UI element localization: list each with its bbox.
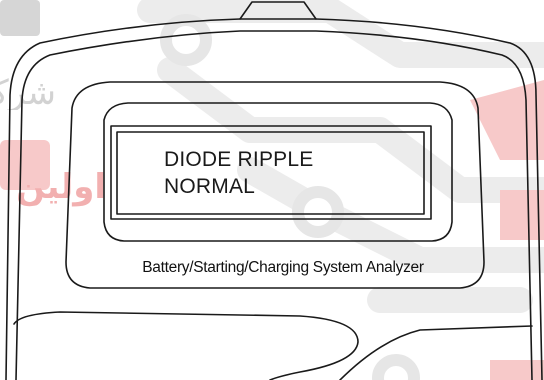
- analyzer-diagram: شرکت اولین DIODE RIPPLE NORMAL Battery/S…: [0, 0, 544, 380]
- top-tab: [239, 1, 317, 20]
- keypad-curve: [339, 325, 533, 380]
- device-body-outer: [5, 18, 543, 380]
- device-body-inner: [15, 30, 533, 380]
- faceplate-panel: [65, 81, 485, 289]
- lcd-text-line-2: NORMAL: [164, 175, 256, 198]
- lcd-bezel: [103, 102, 453, 242]
- lcd-screen-inner: [116, 131, 425, 215]
- keypad-outline: [13, 311, 359, 380]
- device-outline: [5, 1, 543, 380]
- lcd-screen-outer: [110, 125, 432, 220]
- device-model-label: Battery/Starting/Charging System Analyze…: [142, 259, 424, 276]
- lcd-text-line-1: DIODE RIPPLE: [164, 148, 314, 171]
